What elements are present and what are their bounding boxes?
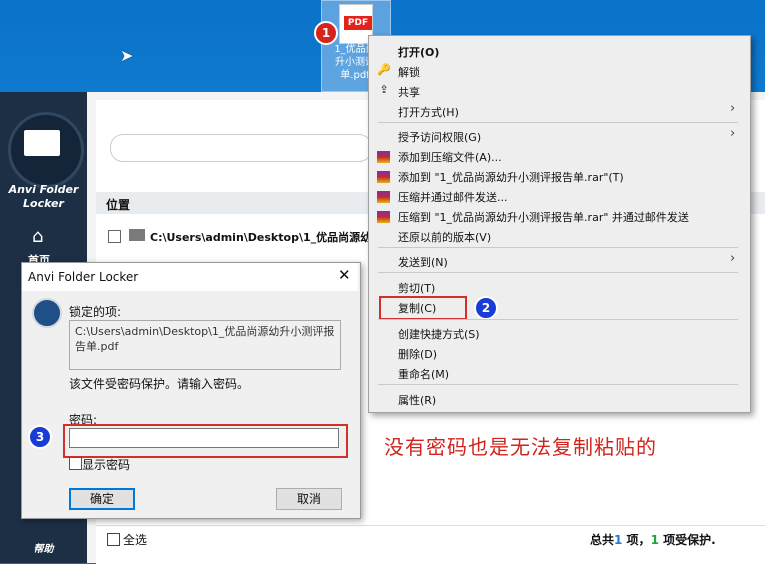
locked-path: C:\Users\admin\Desktop\1_优品尚源幼升小测评报告单.pd… — [75, 325, 335, 353]
menu-separator — [378, 122, 738, 123]
dialog-title: Anvi Folder Locker — [28, 270, 139, 284]
menu-item-cut[interactable]: 剪切(T) — [398, 280, 435, 296]
show-password-checkbox[interactable] — [69, 457, 82, 470]
select-all-checkbox[interactable] — [107, 533, 120, 546]
chevron-right-icon: › — [730, 251, 736, 266]
password-field[interactable] — [69, 428, 339, 448]
winrar-icon — [377, 211, 390, 223]
ok-button[interactable]: 确定 — [69, 488, 135, 510]
share-icon: ⇪ — [379, 83, 389, 96]
pdf-tag: PDF — [344, 16, 372, 30]
chevron-right-icon: › — [730, 101, 736, 116]
menu-item-rename[interactable]: 重命名(M) — [398, 366, 449, 382]
menu-item-compress-email[interactable]: 压缩并通过邮件发送... — [398, 189, 508, 205]
protection-summary: 总共1 项，1 项受保护. — [590, 533, 716, 547]
key-icon: 🔑 — [377, 63, 391, 76]
dialog-message: 该文件受密码保护。请输入密码。 — [69, 377, 250, 391]
winrar-icon — [377, 191, 390, 203]
step-badge-1: 1 — [314, 21, 338, 45]
menu-separator — [378, 247, 738, 248]
menu-separator — [378, 384, 738, 385]
row-checkbox[interactable] — [108, 230, 121, 243]
menu-item-open-with[interactable]: 打开方式(H) — [398, 104, 459, 120]
mouse-cursor-icon: ➤ — [120, 46, 134, 65]
show-password-label[interactable]: 显示密码 — [82, 456, 130, 473]
cancel-button[interactable]: 取消 — [276, 488, 342, 510]
winrar-icon — [377, 171, 390, 183]
menu-item-delete[interactable]: 删除(D) — [398, 346, 437, 362]
menu-item-copy[interactable]: 复制(C) — [398, 300, 436, 316]
menu-item-restore-versions[interactable]: 还原以前的版本(V) — [398, 229, 491, 245]
chevron-right-icon: › — [730, 126, 736, 141]
locked-item-label: 锁定的项: — [69, 305, 122, 319]
menu-item-add-archive[interactable]: 添加到压缩文件(A)... — [398, 149, 502, 165]
menu-item-create-shortcut[interactable]: 创建快捷方式(S) — [398, 326, 480, 342]
folder-lock-icon — [24, 130, 60, 156]
step-badge-3: 3 — [28, 425, 52, 449]
annotation-notice: 没有密码也是无法复制粘贴的 — [384, 435, 657, 459]
close-icon[interactable]: ✕ — [338, 266, 351, 284]
search-input[interactable] — [110, 134, 372, 162]
app-title: Anvi Folder Locker — [8, 183, 79, 210]
row-path[interactable]: C:\Users\admin\Desktop\1_优品尚源幼升小测评报告单.pd… — [150, 229, 368, 245]
menu-item-share[interactable]: 共享 — [398, 84, 420, 100]
menu-separator — [378, 272, 738, 273]
folder-icon — [129, 229, 145, 241]
menu-item-unlock[interactable]: 解锁 — [398, 64, 420, 80]
menu-item-add-to-rar[interactable]: 添加到 "1_优品尚源幼升小测评报告单.rar"(T) — [398, 169, 624, 185]
menu-item-open[interactable]: 打开(O) — [398, 44, 439, 60]
help-link[interactable]: 帮助 — [0, 540, 87, 555]
menu-item-compress-rar-email[interactable]: 压缩到 "1_优品尚源幼升小测评报告单.rar" 并通过邮件发送 — [398, 209, 689, 225]
select-all-label[interactable]: 全选 — [123, 531, 147, 548]
menu-item-send-to[interactable]: 发送到(N) — [398, 254, 448, 270]
column-header-location[interactable]: 位置 — [106, 196, 130, 213]
menu-item-grant-access[interactable]: 授予访问权限(G) — [398, 129, 481, 145]
home-icon[interactable]: ⌂ — [32, 226, 43, 247]
menu-separator — [378, 319, 738, 320]
lock-app-icon — [32, 298, 62, 328]
step-badge-2: 2 — [474, 296, 498, 320]
menu-item-properties[interactable]: 属性(R) — [398, 392, 436, 408]
winrar-icon — [377, 151, 390, 163]
